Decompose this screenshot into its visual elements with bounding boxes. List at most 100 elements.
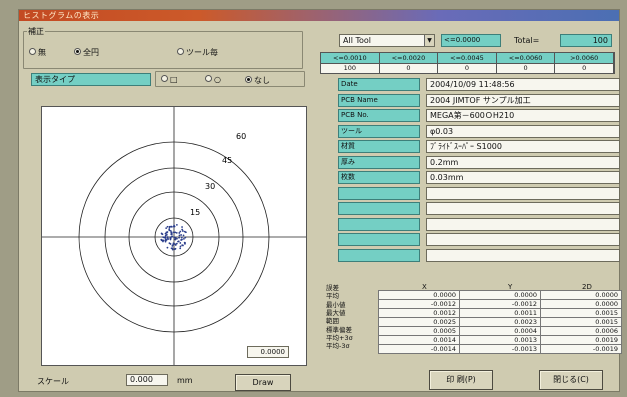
hit-point (170, 231, 173, 234)
total-label: Total= (514, 36, 540, 45)
info-row (320, 217, 620, 232)
info-label: 材質 (338, 140, 420, 153)
radio-display-none[interactable]: なし (245, 75, 270, 86)
info-value-field[interactable]: ﾌﾞﾗｲﾄﾞｽｰﾊﾟｰ S1000 (426, 140, 620, 153)
info-value-field[interactable]: 0.2mm (426, 155, 620, 169)
stats-row-label: 範囲 (326, 317, 339, 326)
hit-point (178, 236, 180, 239)
radio-icon (74, 48, 81, 55)
hit-point (174, 231, 177, 234)
range-header-cell: <=0.0020 (380, 53, 439, 63)
info-label: 厚み (338, 155, 420, 169)
hit-point (183, 230, 186, 233)
ring-label-45: 45 (222, 156, 232, 165)
stats-cell: 0.0011 (459, 308, 541, 318)
info-value-field[interactable] (426, 233, 620, 246)
scale-input[interactable]: 0.000 (126, 374, 168, 386)
stats-cell: 0.0005 (378, 326, 460, 336)
info-row (320, 202, 620, 216)
info-value-field[interactable]: 0.03mm (426, 171, 620, 184)
stats-cell: -0.0014 (378, 344, 460, 354)
radio-icon (161, 75, 168, 82)
info-value-field[interactable] (426, 248, 620, 262)
hit-point (166, 237, 169, 240)
top-value-box: <=0.0000 (441, 34, 501, 47)
info-row (320, 233, 620, 247)
info-value-field[interactable]: 2004/10/09 11:48:56 (426, 78, 620, 91)
stats-cell: 0.0004 (459, 326, 541, 336)
title-bar: ヒストグラムの表示 (19, 10, 619, 21)
range-header-cell: >0.0060 (555, 53, 614, 63)
radio-icon (177, 48, 184, 55)
stats-row: -0.0014 -0.0013 -0.0019 (378, 344, 622, 354)
draw-button[interactable]: Draw (235, 374, 291, 391)
hit-point (169, 237, 172, 240)
hit-point (180, 234, 183, 236)
radio-icon (245, 76, 252, 83)
info-label (338, 186, 420, 200)
info-label (338, 233, 420, 246)
radio-correction-per-tool[interactable]: ツール毎 (177, 47, 218, 58)
stats-cell: 0.0015 (540, 308, 622, 318)
range-header-cell: <=0.0060 (497, 53, 556, 63)
info-value-field[interactable] (426, 186, 620, 200)
radio-correction-all[interactable]: 全円 (74, 47, 99, 58)
hit-point (166, 246, 169, 249)
histogram-window: ヒストグラムの表示 補正 無 全円 ツール毎 表示タイプ □ ○ なし 15 3… (18, 9, 622, 392)
hit-point (179, 230, 182, 233)
info-value-field[interactable]: φ0.03 (426, 124, 620, 138)
info-label (338, 202, 420, 215)
stats-cell: 0.0025 (378, 317, 460, 327)
radio-icon (29, 48, 36, 55)
info-row: 枚数 0.03mm (320, 171, 620, 185)
radio-display-circle[interactable]: ○ (205, 75, 221, 84)
stats-row-label: 平均+3σ (326, 333, 353, 342)
range-header-cell: <=0.0045 (438, 53, 497, 63)
stats-row-label: 標準偏差 (326, 325, 352, 334)
hit-point (165, 239, 168, 241)
hit-point (178, 232, 181, 234)
tool-select[interactable]: All Tool ▼ (339, 34, 435, 47)
info-label: PCB No. (338, 109, 420, 122)
info-value-field[interactable]: 2004 JIMTOF サンプル加工 (426, 93, 620, 107)
hit-point (180, 238, 183, 241)
print-button[interactable]: 印 刷(P) (429, 370, 493, 390)
chevron-down-icon: ▼ (424, 35, 434, 46)
info-value-field[interactable] (426, 217, 620, 231)
info-label: 枚数 (338, 171, 420, 184)
range-table: <=0.0010 <=0.0020 <=0.0045 <=0.0060 >0.0060 … (320, 52, 615, 74)
total-value: 100 (560, 34, 612, 47)
stats-row: 0.0005 0.0004 0.0006 (378, 326, 622, 336)
hit-point (173, 236, 176, 239)
radio-display-square[interactable]: □ (161, 75, 178, 84)
info-label: PCB Name (338, 93, 420, 107)
hit-point (181, 226, 183, 228)
hit-point (173, 224, 175, 227)
info-row: 厚み 0.2mm (320, 155, 620, 170)
stats-row-label: 平均-3σ (326, 342, 350, 351)
close-button[interactable]: 閉じる(C) (539, 370, 603, 390)
scatter-plot: 15 30 45 60 (41, 106, 307, 366)
info-row: ツール φ0.03 (320, 124, 620, 139)
ring-label-30: 30 (205, 182, 215, 191)
hit-point (184, 236, 187, 239)
range-header-cell: <=0.0010 (321, 53, 380, 63)
hit-point (165, 231, 168, 234)
info-row (320, 248, 620, 263)
stats-table: 0.0000 0.0000 0.0000 -0.0012 -0.0012 0.0000 0.… (378, 290, 622, 354)
stats-row-label: 平均 (326, 292, 339, 301)
radio-icon (205, 75, 212, 82)
hit-point (171, 248, 174, 251)
hit-point (162, 239, 165, 242)
hit-point (182, 244, 184, 247)
stats-cell: 0.0000 (540, 290, 622, 300)
radio-correction-none[interactable]: 無 (29, 47, 46, 58)
info-row (320, 186, 620, 201)
stats-row: 0.0025 0.0023 0.0015 (378, 317, 622, 327)
info-value-field[interactable] (426, 202, 620, 215)
hit-point (180, 236, 183, 239)
stats-cell: 0.0019 (540, 335, 622, 345)
info-row: PCB No. MEGA第－600ＯH210 (320, 109, 620, 123)
info-value-field[interactable]: MEGA第－600ＯH210 (426, 109, 620, 122)
hit-point (183, 237, 185, 240)
